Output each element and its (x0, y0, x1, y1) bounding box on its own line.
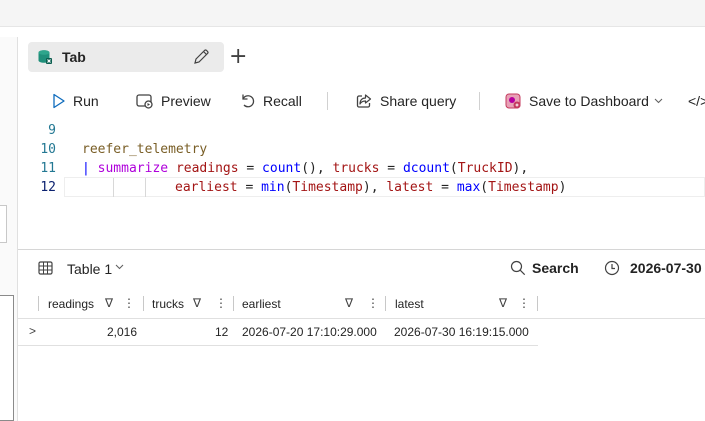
save-to-dashboard-label: Save to Dashboard (529, 93, 649, 109)
cell-readings: 2,016 (107, 325, 138, 339)
dashboard-icon (505, 93, 521, 108)
toolbar-divider (327, 92, 328, 110)
clock-icon (604, 260, 620, 276)
cell-trucks: 12 (215, 325, 229, 339)
line-number: 10 (40, 142, 56, 157)
chevron-down-icon (654, 98, 663, 104)
recall-button[interactable]: Recall (240, 92, 302, 110)
preview-button[interactable]: Preview (136, 92, 211, 110)
recall-label: Recall (263, 93, 302, 109)
add-tab-button[interactable]: + (229, 45, 247, 69)
more-icon[interactable]: ⋮ (215, 296, 227, 310)
column-separator (143, 296, 144, 311)
row-expand-icon[interactable]: > (29, 324, 36, 338)
save-to-dashboard-button[interactable]: Save to Dashboard (505, 92, 663, 110)
search-icon (510, 260, 526, 276)
chevron-down-icon[interactable] (115, 264, 124, 270)
filter-icon[interactable]: ∇ (105, 296, 113, 310)
share-icon (356, 94, 372, 108)
indent-guide (145, 178, 146, 197)
app-window: { "tab": { "label": "Tab", "add_label": … (0, 0, 705, 421)
share-query-button[interactable]: Share query (356, 92, 456, 110)
table-icon (38, 261, 53, 275)
code-line: | summarize readings = count(), trucks =… (82, 161, 529, 176)
column-header-earliest[interactable]: earliest (242, 288, 281, 319)
line-number: 12 (40, 180, 56, 195)
cell-earliest: 2026-07-20 17:10:29.000 (242, 325, 377, 339)
table-name: reefer_telemetry (82, 142, 208, 157)
current-line-highlight (64, 177, 705, 197)
table-row[interactable]: > 2,016 12 2026-07-20 17:10:29.000 2026-… (18, 320, 538, 346)
cell-latest: 2026-07-30 16:19:15.000 (394, 325, 529, 339)
share-query-label: Share query (380, 93, 457, 109)
search-button[interactable]: Search (510, 260, 579, 276)
preview-label: Preview (161, 93, 211, 109)
play-icon (53, 93, 65, 109)
preview-icon (136, 94, 153, 109)
column-separator (385, 296, 386, 311)
run-button[interactable]: Run (52, 92, 99, 110)
results-table-selector[interactable]: Table 1 (67, 261, 112, 277)
time-filter[interactable]: 2026-07-30 (604, 260, 702, 276)
top-strip (0, 0, 705, 27)
column-separator (537, 296, 538, 311)
indent-guide (113, 178, 114, 197)
line-number: 11 (40, 161, 56, 176)
run-label: Run (73, 93, 99, 109)
query-toolbar: Run Preview Recall Share query Save to D… (18, 84, 705, 116)
keyword: summarize (97, 161, 169, 176)
code-view-button[interactable]: </> (688, 92, 705, 110)
more-icon[interactable]: ⋮ (518, 296, 530, 310)
column-header-trucks[interactable]: trucks (152, 288, 184, 319)
left-pane-collapse-handle[interactable] (0, 205, 7, 243)
pencil-icon[interactable] (191, 47, 211, 67)
query-tab[interactable]: Tab (28, 42, 224, 72)
time-filter-value: 2026-07-30 (630, 260, 702, 276)
results-header: Table 1 Search 2026-07-30 (18, 250, 705, 286)
filter-icon[interactable]: ∇ (345, 296, 353, 310)
toolbar-divider (479, 92, 480, 110)
filter-icon[interactable]: ∇ (499, 296, 507, 310)
filter-icon[interactable]: ∇ (193, 296, 201, 310)
recall-icon (242, 94, 255, 108)
column-separator (38, 296, 39, 311)
tab-label: Tab (62, 49, 86, 65)
more-icon[interactable]: ⋮ (367, 296, 379, 310)
column-header-latest[interactable]: latest (395, 288, 424, 319)
left-pane-panel (0, 295, 14, 421)
more-icon[interactable]: ⋮ (123, 296, 135, 310)
line-number: 9 (48, 123, 56, 138)
search-label: Search (532, 260, 579, 276)
column-separator (233, 296, 234, 311)
results-table-header: readings ∇ ⋮ trucks ∇ ⋮ earliest ∇ ⋮ lat… (18, 288, 705, 319)
database-icon (38, 50, 52, 64)
column-header-readings[interactable]: readings (48, 288, 94, 319)
code-line: reefer_telemetry (82, 140, 207, 159)
